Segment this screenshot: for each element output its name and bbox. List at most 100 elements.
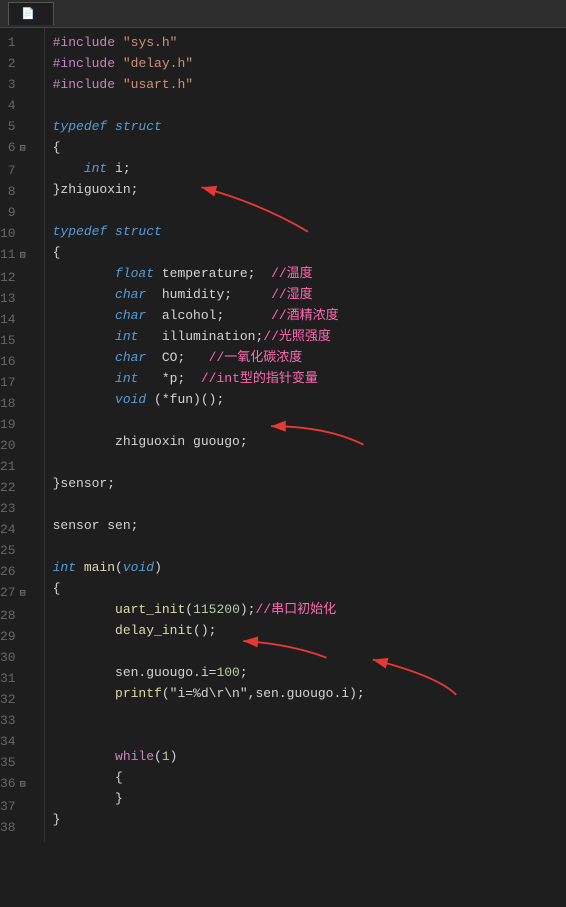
line-number: 28 <box>0 605 36 626</box>
line-number: 24 <box>0 519 36 540</box>
code-token: //湿度 <box>271 287 313 302</box>
code-token: (*fun)(); <box>146 392 224 407</box>
line-number: 23 <box>0 498 36 519</box>
code-token: ( <box>185 602 193 617</box>
code-token: void <box>123 560 154 575</box>
code-token: typedef <box>53 224 108 239</box>
code-line: sensor sen; <box>53 515 566 536</box>
line-number: 2 <box>0 53 36 74</box>
code-line <box>53 494 566 515</box>
line-number: 32 <box>0 689 36 710</box>
code-token: illumination; <box>138 329 263 344</box>
line-number: 12 <box>0 267 36 288</box>
code-token: struct <box>115 119 162 134</box>
code-token: { <box>53 245 61 260</box>
fold-indicator[interactable]: ⊟ <box>16 139 30 160</box>
fold-indicator[interactable]: ⊟ <box>16 246 30 267</box>
code-line <box>53 410 566 431</box>
code-token: ( <box>115 560 123 575</box>
code-token: float <box>115 266 154 281</box>
fold-indicator[interactable]: ⊟ <box>16 775 30 796</box>
code-token <box>53 623 115 638</box>
code-token: } <box>53 791 123 806</box>
code-token <box>53 392 115 407</box>
code-token: ; <box>240 665 248 680</box>
code-line: int *p; //int型的指针变量 <box>53 368 566 389</box>
code-token: struct <box>115 224 162 239</box>
code-token: int <box>53 560 76 575</box>
line-number: 20 <box>0 435 36 456</box>
code-token <box>53 329 115 344</box>
code-line <box>53 725 566 746</box>
code-line: #include "usart.h" <box>53 74 566 95</box>
line-number: 5 <box>0 116 36 137</box>
code-token: zhiguoxin guougo; <box>53 434 248 449</box>
code-line: char alcohol; //酒精浓度 <box>53 305 566 326</box>
code-line: printf("i=%d\r\n",sen.guougo.i); <box>53 683 566 704</box>
code-line: #include "delay.h" <box>53 53 566 74</box>
code-token: delay_init <box>115 623 193 638</box>
code-line: typedef struct <box>53 221 566 242</box>
code-token: temperature; <box>154 266 271 281</box>
code-token: //串口初始化 <box>255 602 336 617</box>
fold-indicator[interactable]: ⊟ <box>16 584 30 605</box>
title-bar: 📄 <box>0 0 566 28</box>
code-token <box>76 560 84 575</box>
line-number: 27⊟ <box>0 582 36 605</box>
code-token: ("i=%d\r\n",sen.guougo.i); <box>162 686 365 701</box>
code-token <box>115 56 123 71</box>
code-token: 100 <box>216 665 239 680</box>
code-token: }sensor; <box>53 476 115 491</box>
line-number: 34 <box>0 731 36 752</box>
code-line: typedef struct <box>53 116 566 137</box>
code-token: { <box>53 770 123 785</box>
code-line: void (*fun)(); <box>53 389 566 410</box>
line-number: 33 <box>0 710 36 731</box>
code-line: int main(void) <box>53 557 566 578</box>
code-token: //酒精浓度 <box>271 308 339 323</box>
line-number: 36⊟ <box>0 773 36 796</box>
code-line: } <box>53 809 566 830</box>
code-token: 115200 <box>193 602 240 617</box>
code-token <box>53 371 115 386</box>
code-token: void <box>115 392 146 407</box>
code-token <box>53 350 115 365</box>
code-token <box>53 602 115 617</box>
line-number: 6⊟ <box>0 137 36 160</box>
line-number: 35 <box>0 752 36 773</box>
code-token: "sys.h" <box>123 35 178 50</box>
line-number: 29 <box>0 626 36 647</box>
code-token: #include <box>53 77 115 92</box>
line-number: 8 <box>0 181 36 202</box>
code-line: delay_init(); <box>53 620 566 641</box>
code-line: { <box>53 578 566 599</box>
code-line: #include "sys.h" <box>53 32 566 53</box>
code-line <box>53 452 566 473</box>
code-token: int <box>115 371 138 386</box>
code-token <box>53 266 115 281</box>
code-token: CO; <box>146 350 208 365</box>
code-token <box>115 35 123 50</box>
code-line: uart_init(115200);//串口初始化 <box>53 599 566 620</box>
code-line: int illumination;//光照强度 <box>53 326 566 347</box>
code-token: } <box>53 812 61 827</box>
code-line: char humidity; //湿度 <box>53 284 566 305</box>
code-token: }zhiguoxin; <box>53 182 139 197</box>
tab[interactable]: 📄 <box>8 2 54 25</box>
code-token: humidity; <box>146 287 271 302</box>
code-token <box>107 224 115 239</box>
line-numbers-panel: 123456⊟7891011⊟1213141516171819202122232… <box>0 28 45 842</box>
code-token: int <box>115 329 138 344</box>
code-token: i; <box>107 161 130 176</box>
code-panel: #include "sys.h"#include "delay.h"#inclu… <box>45 28 566 842</box>
code-line: }sensor; <box>53 473 566 494</box>
code-token: uart_init <box>115 602 185 617</box>
code-token: { <box>53 140 61 155</box>
line-number: 10 <box>0 223 36 244</box>
code-token: char <box>115 308 146 323</box>
code-token: { <box>53 581 61 596</box>
code-line: int i; <box>53 158 566 179</box>
code-token <box>53 749 115 764</box>
code-line: float temperature; //温度 <box>53 263 566 284</box>
line-number: 16 <box>0 351 36 372</box>
